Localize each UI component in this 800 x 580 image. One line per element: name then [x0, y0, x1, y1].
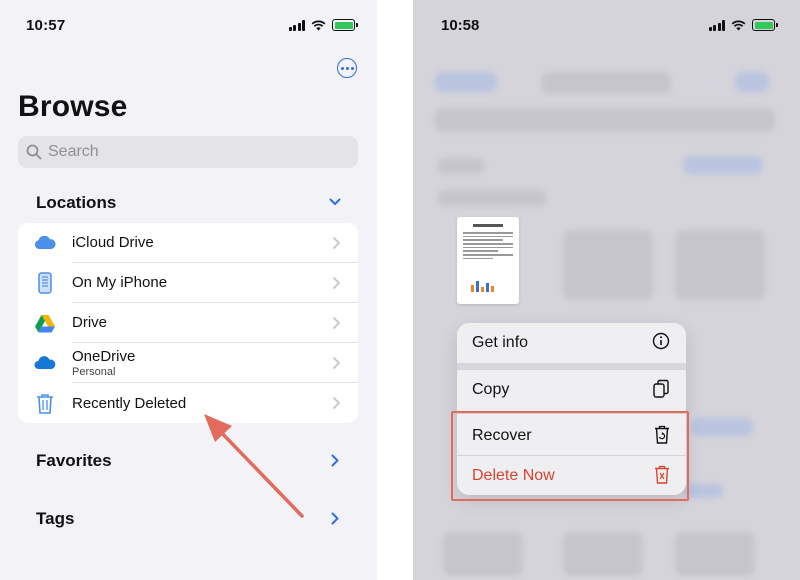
blurred-search-bar	[435, 108, 775, 132]
blurred-link	[683, 484, 723, 498]
files-browse-screen: 10:57 Browse Search Locations iCloud Dri…	[0, 0, 377, 580]
menu-item-label: Copy	[472, 381, 510, 398]
blurred-thumbnail	[443, 532, 523, 576]
copy-icon	[653, 379, 669, 398]
battery-icon	[752, 19, 778, 31]
document-chart-icon	[471, 280, 494, 292]
document-preview[interactable]	[457, 217, 519, 304]
blurred-thumbnail	[675, 230, 765, 300]
status-time: 10:58	[441, 17, 480, 34]
blurred-thumbnail	[675, 532, 755, 576]
blurred-nav-action	[735, 72, 769, 92]
annotation-arrow-icon	[204, 414, 304, 518]
blurred-sort-button	[683, 156, 763, 174]
blurred-label	[437, 158, 485, 174]
blurred-back-button	[435, 72, 497, 92]
wifi-icon	[731, 20, 746, 30]
info-icon	[652, 332, 670, 350]
annotation-highlight-box	[451, 411, 689, 501]
blurred-nav-title	[541, 72, 671, 94]
menu-item-copy[interactable]: Copy	[457, 367, 686, 413]
blurred-thumbnail	[563, 230, 653, 300]
blurred-thumbnail	[563, 532, 643, 576]
cellular-signal-icon	[708, 19, 725, 31]
blurred-link	[691, 418, 753, 436]
blurred-label	[437, 190, 547, 206]
menu-item-label: Get info	[472, 334, 529, 351]
status-bar: 10:58	[441, 17, 778, 37]
menu-item-get-info[interactable]: Get info	[457, 323, 686, 366]
